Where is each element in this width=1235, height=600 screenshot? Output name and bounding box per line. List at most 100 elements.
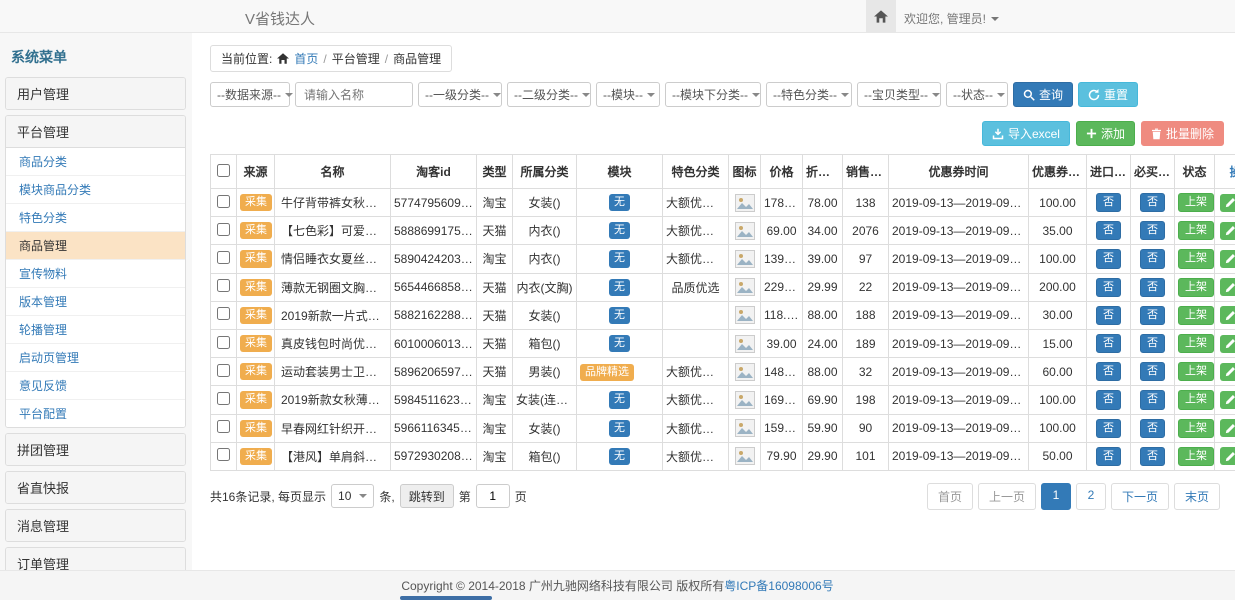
status-toggle[interactable]: 上架 <box>1178 193 1214 212</box>
page-button[interactable]: 1 <box>1041 483 1071 510</box>
row-checkbox[interactable] <box>217 307 230 320</box>
import-excel-button[interactable]: 导入excel <box>982 121 1070 146</box>
module-badge[interactable]: 无 <box>609 335 630 352</box>
module-badge[interactable]: 无 <box>609 279 630 296</box>
reset-button[interactable]: 重置 <box>1078 82 1138 107</box>
sidebar-item[interactable]: 商品管理 <box>6 232 185 260</box>
row-checkbox[interactable] <box>217 223 230 236</box>
row-checkbox[interactable] <box>217 336 230 349</box>
row-checkbox[interactable] <box>217 420 230 433</box>
must-buy-toggle[interactable]: 否 <box>1140 193 1165 212</box>
module-badge[interactable]: 无 <box>609 420 630 437</box>
search-button[interactable]: 查询 <box>1013 82 1073 107</box>
status-toggle[interactable]: 上架 <box>1178 447 1214 466</box>
filter-select-status[interactable]: --状态-- <box>946 82 1008 107</box>
user-menu[interactable]: 欢迎您, 管理员! <box>904 10 999 27</box>
import-select-toggle[interactable]: 否 <box>1096 334 1121 353</box>
row-checkbox[interactable] <box>217 195 230 208</box>
sidebar-group-header[interactable]: 平台管理 <box>6 116 185 147</box>
status-toggle[interactable]: 上架 <box>1178 390 1214 409</box>
import-select-toggle[interactable]: 否 <box>1096 390 1121 409</box>
status-toggle[interactable]: 上架 <box>1178 362 1214 381</box>
module-badge[interactable]: 无 <box>609 391 630 408</box>
page-button[interactable]: 首页 <box>927 483 973 510</box>
filter-select-level2-category[interactable]: --二级分类-- <box>507 82 591 107</box>
import-select-toggle[interactable]: 否 <box>1096 278 1121 297</box>
must-buy-toggle[interactable]: 否 <box>1140 447 1165 466</box>
add-button[interactable]: 添加 <box>1076 121 1135 146</box>
sidebar-item[interactable]: 启动页管理 <box>6 344 185 372</box>
module-badge[interactable]: 无 <box>609 222 630 239</box>
row-checkbox[interactable] <box>217 448 230 461</box>
jump-button[interactable]: 跳转到 <box>400 484 454 508</box>
row-checkbox[interactable] <box>217 392 230 405</box>
breadcrumb-home-link[interactable]: 首页 <box>294 50 318 67</box>
import-select-toggle[interactable]: 否 <box>1096 221 1121 240</box>
status-toggle[interactable]: 上架 <box>1178 249 1214 268</box>
edit-button[interactable] <box>1220 391 1235 409</box>
filter-select-module-sub-category[interactable]: --模块下分类-- <box>665 82 761 107</box>
edit-button[interactable] <box>1220 419 1235 437</box>
import-select-toggle[interactable]: 否 <box>1096 193 1121 212</box>
edit-button[interactable] <box>1220 335 1235 353</box>
filter-select-item-type[interactable]: --宝贝类型-- <box>857 82 941 107</box>
import-select-toggle[interactable]: 否 <box>1096 447 1121 466</box>
sidebar-group-header[interactable]: 用户管理 <box>6 78 185 109</box>
sidebar-item[interactable]: 版本管理 <box>6 288 185 316</box>
module-badge[interactable]: 无 <box>609 194 630 211</box>
module-badge[interactable]: 无 <box>609 250 630 267</box>
page-button[interactable]: 末页 <box>1174 483 1220 510</box>
row-checkbox[interactable] <box>217 364 230 377</box>
nav-home-button[interactable] <box>866 0 896 32</box>
scrollbar-thumb[interactable] <box>400 596 492 600</box>
sidebar-group-header[interactable]: 省直快报 <box>6 472 185 503</box>
breadcrumb-item[interactable]: 平台管理 <box>332 50 380 67</box>
import-select-toggle[interactable]: 否 <box>1096 306 1121 325</box>
name-search-input[interactable] <box>295 82 413 107</box>
sidebar-group-header[interactable]: 订单管理 <box>6 548 185 570</box>
must-buy-toggle[interactable]: 否 <box>1140 221 1165 240</box>
page-button[interactable]: 2 <box>1076 483 1106 510</box>
edit-button[interactable] <box>1220 250 1235 268</box>
filter-select-feature-category[interactable]: --特色分类-- <box>766 82 852 107</box>
must-buy-toggle[interactable]: 否 <box>1140 390 1165 409</box>
page-button[interactable]: 下一页 <box>1111 483 1169 510</box>
sidebar-item[interactable]: 商品分类 <box>6 148 185 176</box>
status-toggle[interactable]: 上架 <box>1178 221 1214 240</box>
must-buy-toggle[interactable]: 否 <box>1140 249 1165 268</box>
filter-select-data-source[interactable]: --数据来源-- <box>210 82 290 107</box>
filter-select-module[interactable]: --模块-- <box>596 82 660 107</box>
status-toggle[interactable]: 上架 <box>1178 334 1214 353</box>
row-checkbox[interactable] <box>217 279 230 292</box>
status-toggle[interactable]: 上架 <box>1178 306 1214 325</box>
row-checkbox[interactable] <box>217 251 230 264</box>
edit-button[interactable] <box>1220 194 1235 212</box>
edit-button[interactable] <box>1220 306 1235 324</box>
filter-select-level1-category[interactable]: --一级分类-- <box>418 82 502 107</box>
must-buy-toggle[interactable]: 否 <box>1140 306 1165 325</box>
sidebar-group-header[interactable]: 消息管理 <box>6 510 185 541</box>
icp-link[interactable]: 粤ICP备16098006号 <box>724 577 833 594</box>
jump-page-input[interactable] <box>476 484 510 508</box>
edit-button[interactable] <box>1220 447 1235 465</box>
must-buy-toggle[interactable]: 否 <box>1140 334 1165 353</box>
import-select-toggle[interactable]: 否 <box>1096 419 1121 438</box>
edit-button[interactable] <box>1220 278 1235 296</box>
status-toggle[interactable]: 上架 <box>1178 278 1214 297</box>
sidebar-item[interactable]: 特色分类 <box>6 204 185 232</box>
sidebar-group-header[interactable]: 拼团管理 <box>6 434 185 465</box>
sidebar-item[interactable]: 模块商品分类 <box>6 176 185 204</box>
must-buy-toggle[interactable]: 否 <box>1140 362 1165 381</box>
module-badge[interactable]: 无 <box>609 448 630 465</box>
edit-button[interactable] <box>1220 363 1235 381</box>
sidebar-item[interactable]: 宣传物料 <box>6 260 185 288</box>
module-badge[interactable]: 无 <box>609 307 630 324</box>
select-all-checkbox[interactable] <box>217 164 230 177</box>
status-toggle[interactable]: 上架 <box>1178 419 1214 438</box>
import-select-toggle[interactable]: 否 <box>1096 249 1121 268</box>
sidebar-item[interactable]: 轮播管理 <box>6 316 185 344</box>
edit-button[interactable] <box>1220 222 1235 240</box>
must-buy-toggle[interactable]: 否 <box>1140 278 1165 297</box>
sidebar-item[interactable]: 意见反馈 <box>6 372 185 400</box>
page-button[interactable]: 上一页 <box>978 483 1036 510</box>
